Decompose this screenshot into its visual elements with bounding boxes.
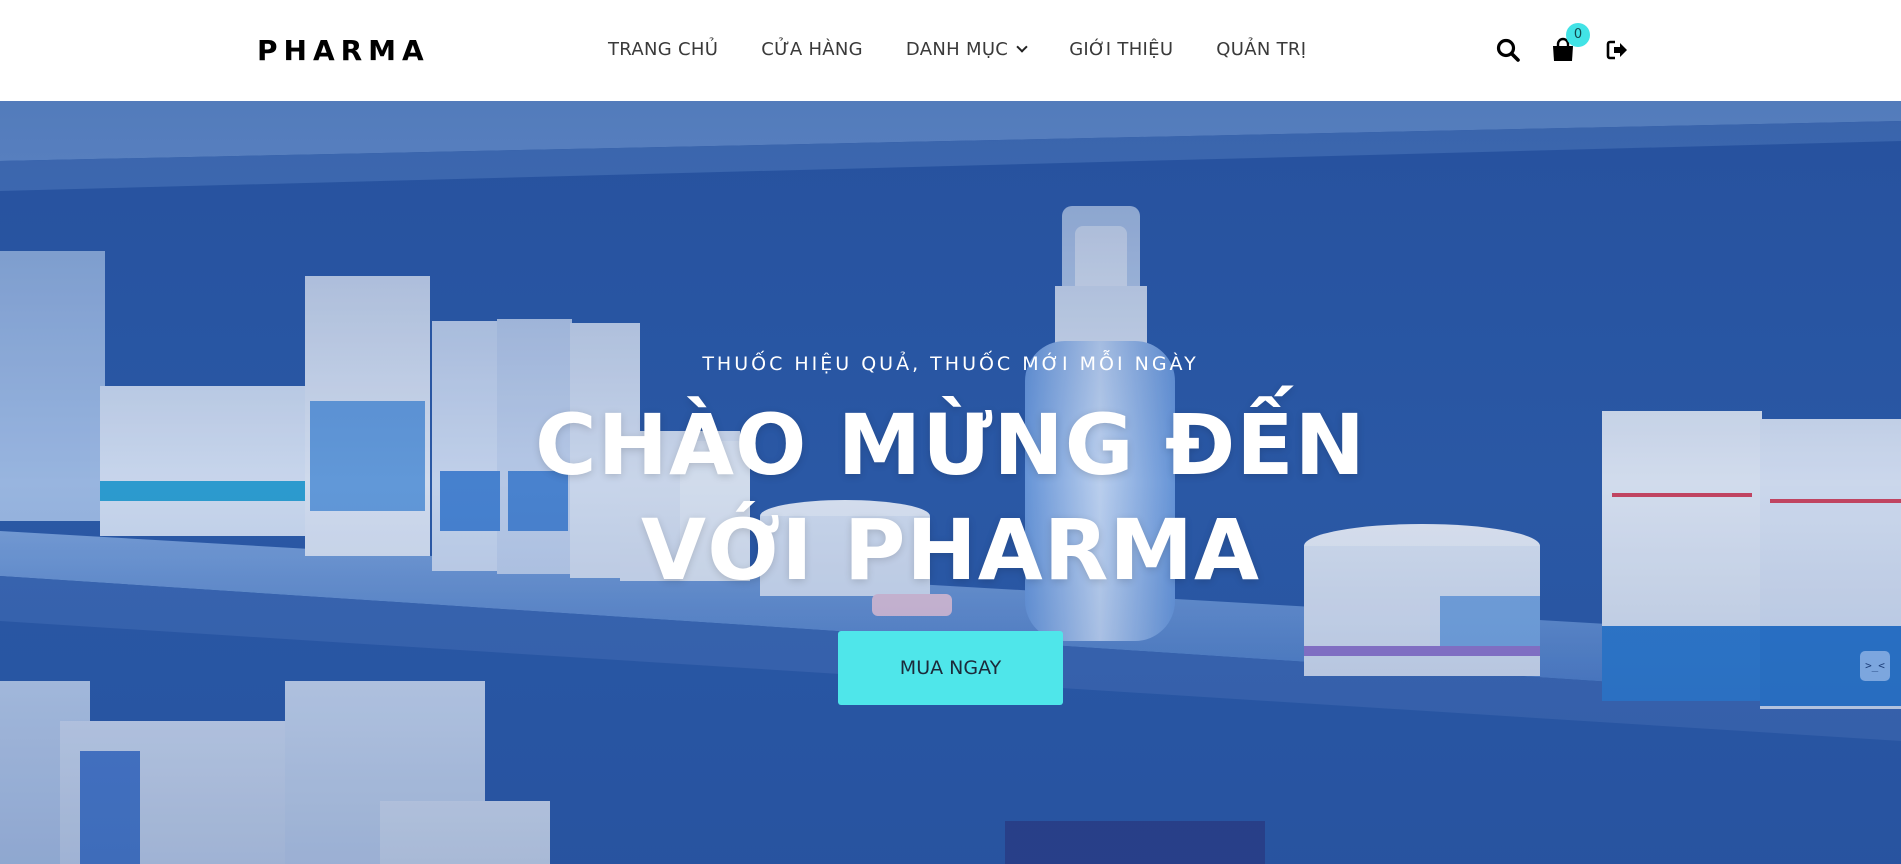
nav-item-about[interactable]: GIỚI THIỆU (1069, 38, 1173, 62)
floating-side-tab[interactable]: >_< (1860, 651, 1890, 681)
search-icon (1496, 38, 1520, 62)
nav-label-about: GIỚI THIỆU (1069, 39, 1174, 60)
nav-item-admin[interactable]: QUẢN TRỊ (1216, 38, 1306, 62)
cart-button[interactable]: 0 (1549, 23, 1590, 64)
nav-label-admin: QUẢN TRỊ (1216, 39, 1307, 60)
chevron-down-icon (1016, 41, 1028, 53)
brand-logo[interactable]: PHARMA (257, 34, 430, 68)
hero-title-line-1: CHÀO MỪNG ĐẾN (535, 396, 1366, 494)
header-icons: 0 (1494, 23, 1632, 64)
nav-label-home: TRANG CHỦ (608, 39, 719, 60)
hero-banner: THUỐC HIỆU QUẢ, THUỐC MỚI MỖI NGÀY CHÀO … (0, 101, 1901, 864)
nav-label-categories: DANH MỤC (905, 39, 1009, 60)
nav-label-shop: CỬA HÀNG (761, 39, 863, 60)
nav-item-home[interactable]: TRANG CHỦ (608, 38, 718, 62)
sign-out-icon (1606, 40, 1627, 60)
shop-now-button[interactable]: MUA NGAY (838, 631, 1063, 705)
cart-count-badge: 0 (1566, 23, 1590, 47)
hero-title-line-2: VỚI PHARMA (640, 501, 1261, 599)
search-button[interactable] (1494, 36, 1522, 64)
logout-button[interactable] (1604, 36, 1632, 64)
hero-subtitle: THUỐC HIỆU QUẢ, THUỐC MỚI MỖI NGÀY (702, 353, 1199, 375)
site-header: PHARMA TRANG CHỦ CỬA HÀNG DANH MỤC GIỚI … (0, 0, 1901, 101)
hero-title: CHÀO MỪNG ĐẾN VỚI PHARMA (0, 393, 1901, 603)
main-nav: TRANG CHỦ CỬA HÀNG DANH MỤC GIỚI THIỆU Q… (608, 38, 1306, 62)
nav-item-categories[interactable]: DANH MỤC (905, 38, 1028, 62)
nav-item-shop[interactable]: CỬA HÀNG (761, 38, 863, 62)
